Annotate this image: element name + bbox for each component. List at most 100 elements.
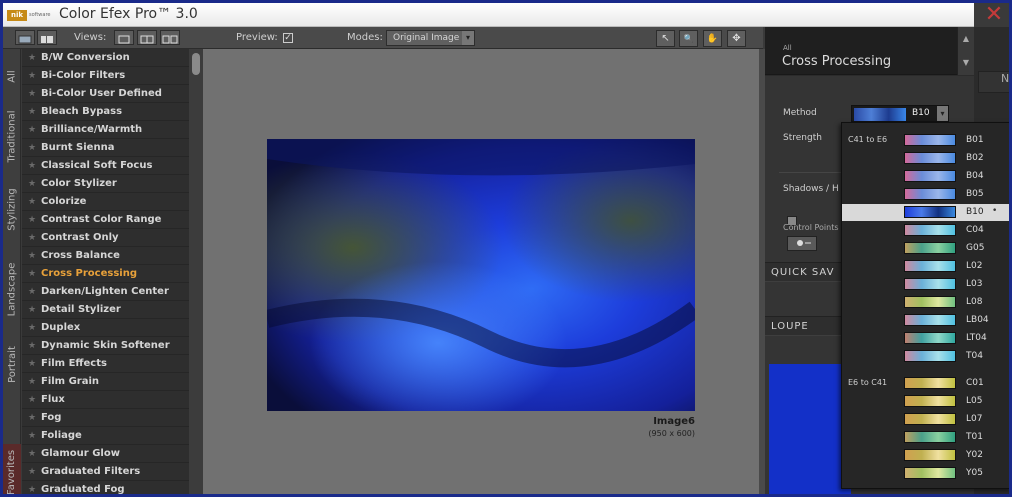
method-option[interactable]: L03 bbox=[842, 276, 1009, 293]
filter-item[interactable]: ★ Contrast Color Range bbox=[22, 211, 189, 229]
layout-toggle-button[interactable] bbox=[15, 30, 35, 45]
view-split-button[interactable] bbox=[137, 30, 157, 45]
method-option[interactable]: B02 bbox=[842, 150, 1009, 167]
star-icon[interactable]: ★ bbox=[28, 215, 41, 225]
pointer-tool-button[interactable]: ↖ bbox=[656, 30, 675, 47]
star-icon[interactable]: ★ bbox=[28, 449, 41, 459]
filter-item[interactable]: ★ Foliage bbox=[22, 427, 189, 445]
filter-item[interactable]: ★ Bi-Color User Defined bbox=[22, 85, 189, 103]
method-option[interactable]: C04 bbox=[842, 222, 1009, 239]
close-icon[interactable]: ✕ bbox=[979, 4, 1009, 26]
zoom-tool-button[interactable]: 🔍 bbox=[679, 30, 698, 47]
star-icon[interactable]: ★ bbox=[28, 71, 41, 81]
tab-portrait[interactable]: Portrait bbox=[3, 339, 21, 389]
view-single-button[interactable] bbox=[114, 30, 134, 45]
mode-select[interactable]: Original Image ▾ bbox=[386, 30, 475, 46]
method-option[interactable]: L05 bbox=[842, 393, 1009, 410]
method-option[interactable]: B04 bbox=[842, 168, 1009, 185]
star-icon[interactable]: ★ bbox=[28, 413, 41, 423]
filter-item[interactable]: ★ Color Stylizer bbox=[22, 175, 189, 193]
tab-landscape[interactable]: Landscape bbox=[3, 254, 21, 324]
star-icon[interactable]: ★ bbox=[28, 323, 41, 333]
hand-tool-button[interactable]: ✋ bbox=[703, 30, 722, 47]
method-option[interactable]: B10 • bbox=[842, 204, 1009, 221]
preview-canvas[interactable]: Image6 (950 x 600) bbox=[203, 49, 759, 494]
star-icon[interactable]: ★ bbox=[28, 377, 41, 387]
filter-item[interactable]: ★ Graduated Fog bbox=[22, 481, 189, 495]
filter-item[interactable]: ★ Contrast Only bbox=[22, 229, 189, 247]
star-icon[interactable]: ★ bbox=[28, 431, 41, 441]
filter-item[interactable]: ★ Bleach Bypass bbox=[22, 103, 189, 121]
add-control-point-button[interactable] bbox=[787, 236, 817, 251]
filter-item[interactable]: ★ Detail Stylizer bbox=[22, 301, 189, 319]
star-icon[interactable]: ★ bbox=[28, 143, 41, 153]
method-option-thumbnail bbox=[904, 467, 956, 479]
filter-item[interactable]: ★ Graduated Filters bbox=[22, 463, 189, 481]
preview-label: Preview: bbox=[236, 32, 278, 43]
filter-list-scrollbar[interactable] bbox=[189, 49, 203, 494]
filter-item[interactable]: ★ Brilliance/Warmth bbox=[22, 121, 189, 139]
filter-item[interactable]: ★ Dynamic Skin Softener bbox=[22, 337, 189, 355]
star-icon[interactable]: ★ bbox=[28, 125, 41, 135]
method-option[interactable]: Y02 bbox=[842, 447, 1009, 464]
tab-all[interactable]: All bbox=[3, 49, 21, 104]
filter-item[interactable]: ★ Classical Soft Focus bbox=[22, 157, 189, 175]
filter-switcher[interactable]: ▲ ▼ bbox=[957, 27, 974, 75]
chevron-up-icon[interactable]: ▲ bbox=[958, 27, 974, 51]
star-icon[interactable]: ★ bbox=[28, 359, 41, 369]
method-option[interactable]: T01 bbox=[842, 429, 1009, 446]
star-icon[interactable]: ★ bbox=[28, 341, 41, 351]
method-option[interactable]: L02 bbox=[842, 258, 1009, 275]
method-option[interactable]: Y05 bbox=[842, 465, 1009, 482]
scrollbar-thumb[interactable] bbox=[192, 53, 200, 75]
method-option[interactable]: B05 bbox=[842, 186, 1009, 203]
tab-stylizing[interactable]: Stylizing bbox=[3, 179, 21, 239]
filter-item[interactable]: ★ Bi-Color Filters bbox=[22, 67, 189, 85]
layout-split-button[interactable] bbox=[37, 30, 57, 45]
star-icon[interactable]: ★ bbox=[28, 161, 41, 171]
star-icon[interactable]: ★ bbox=[28, 467, 41, 477]
view-side-by-side-button[interactable] bbox=[160, 30, 180, 45]
filter-item[interactable]: ★ Duplex bbox=[22, 319, 189, 337]
filter-item[interactable]: ★ Film Grain bbox=[22, 373, 189, 391]
star-icon[interactable]: ★ bbox=[28, 53, 41, 63]
star-icon[interactable]: ★ bbox=[28, 395, 41, 405]
method-option[interactable]: C01 bbox=[842, 375, 1009, 392]
zoom-icon: 🔍 bbox=[683, 34, 694, 43]
control-point-tool-button[interactable]: ✥ bbox=[727, 30, 746, 47]
filter-item[interactable]: ★ Darken/Lighten Center bbox=[22, 283, 189, 301]
filter-item[interactable]: ★ B/W Conversion bbox=[22, 49, 189, 67]
filter-item[interactable]: ★ Flux bbox=[22, 391, 189, 409]
star-icon[interactable]: ★ bbox=[28, 89, 41, 99]
filter-item[interactable]: ★ Colorize bbox=[22, 193, 189, 211]
star-icon[interactable]: ★ bbox=[28, 287, 41, 297]
method-option[interactable]: B01 bbox=[842, 132, 1009, 149]
star-icon[interactable]: ★ bbox=[28, 233, 41, 243]
star-icon[interactable]: ★ bbox=[28, 305, 41, 315]
filter-item[interactable]: ★ Burnt Sienna bbox=[22, 139, 189, 157]
tab-traditional[interactable]: Traditional bbox=[3, 105, 21, 167]
method-option[interactable]: LB04 bbox=[842, 312, 1009, 329]
method-option[interactable]: L07 bbox=[842, 411, 1009, 428]
chevron-down-icon[interactable]: ▼ bbox=[958, 51, 974, 75]
star-icon[interactable]: ★ bbox=[28, 107, 41, 117]
filter-item[interactable]: ★ Film Effects bbox=[22, 355, 189, 373]
method-option[interactable]: LT04 bbox=[842, 330, 1009, 347]
star-icon[interactable]: ★ bbox=[28, 251, 41, 261]
star-icon[interactable]: ★ bbox=[28, 485, 41, 495]
filter-item[interactable]: ★ Cross Processing bbox=[22, 265, 189, 283]
filter-item[interactable]: ★ Cross Balance bbox=[22, 247, 189, 265]
tab-favorites[interactable]: Favorites bbox=[3, 444, 21, 494]
method-option[interactable]: L08 bbox=[842, 294, 1009, 311]
method-select[interactable]: B10 ▾ bbox=[851, 105, 949, 122]
method-option[interactable]: G05 bbox=[842, 240, 1009, 257]
preview-checkbox[interactable]: ✓ bbox=[283, 33, 293, 43]
side-tab[interactable]: N bbox=[978, 71, 1009, 93]
filter-item[interactable]: ★ Fog bbox=[22, 409, 189, 427]
star-icon[interactable]: ★ bbox=[28, 269, 41, 279]
filter-item[interactable]: ★ Glamour Glow bbox=[22, 445, 189, 463]
control-point-icon bbox=[797, 240, 811, 246]
star-icon[interactable]: ★ bbox=[28, 197, 41, 207]
method-option[interactable]: T04 bbox=[842, 348, 1009, 365]
star-icon[interactable]: ★ bbox=[28, 179, 41, 189]
